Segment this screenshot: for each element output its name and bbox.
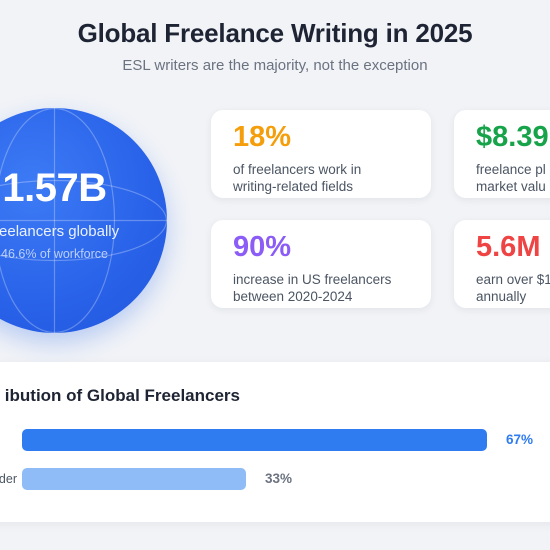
stat-card-earnings: 5.6M earn over $1 annually <box>454 220 550 308</box>
stat-description: earn over $1 annually <box>476 271 550 305</box>
stat-desc-line: of freelancers work in <box>233 162 362 177</box>
stat-card-growth: 90% increase in US freelancers between 2… <box>211 220 431 308</box>
distribution-title-text: ibution of Global Freelancers <box>4 386 240 405</box>
bar-percent: 33% <box>265 471 293 486</box>
globe-value: 1.57B <box>2 166 107 210</box>
stat-desc-line: market valu <box>476 179 546 194</box>
distribution-row: 67% <box>0 429 550 453</box>
globe-label: freelancers globally <box>0 223 120 240</box>
stat-description: increase in US freelancers between 2020-… <box>233 271 431 305</box>
bar-track <box>22 429 509 451</box>
stat-value: $8.39 <box>476 121 549 153</box>
distribution-row: der 33% <box>0 468 550 492</box>
stat-desc-line: increase in US freelancers <box>233 272 392 287</box>
globe-stat: 1.57B freelancers globally 46.6% of work… <box>0 108 167 333</box>
stat-description: freelance pl market valu <box>476 161 550 195</box>
infographic-page: Global Freelance Writing in 2025 ESL wri… <box>0 0 550 550</box>
page-title: Global Freelance Writing in 2025 <box>77 18 473 48</box>
stat-value: 90% <box>233 231 292 263</box>
bar-fill <box>22 429 487 451</box>
bar-label: der <box>0 472 17 486</box>
stat-value: 5.6M <box>476 231 541 263</box>
globe-sublabel: 46.6% of workforce <box>1 247 108 261</box>
bar-fill <box>22 468 246 490</box>
stat-description: of freelancers work in writing-related f… <box>233 161 431 195</box>
page-subtitle: ESL writers are the majority, not the ex… <box>122 57 428 74</box>
stat-desc-line: writing-related fields <box>233 179 354 194</box>
bar-percent: 67% <box>506 432 534 447</box>
stat-desc-line: freelance pl <box>476 162 546 177</box>
stat-desc-line: annually <box>476 289 527 304</box>
stat-value: 18% <box>233 121 292 153</box>
stat-card-market: $8.39 freelance pl market valu <box>454 110 550 198</box>
globe-grid-icon <box>0 108 167 333</box>
distribution-title: ibution of Global Freelancers <box>0 386 550 410</box>
stat-desc-line: between 2020-2024 <box>233 289 353 304</box>
stat-desc-line: earn over $1 <box>476 272 550 287</box>
stat-card-writing: 18% of freelancers work in writing-relat… <box>211 110 431 198</box>
distribution-panel: ibution of Global Freelancers 67% der 33… <box>0 362 550 522</box>
